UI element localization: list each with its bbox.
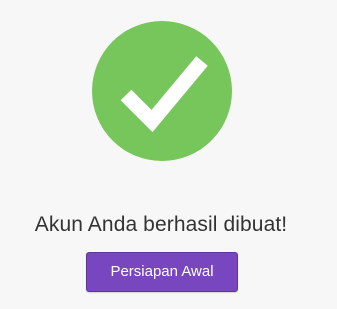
checkmark-icon: [120, 56, 208, 133]
account-created-panel: Akun Anda berhasil dibuat! Persiapan Awa…: [0, 0, 337, 309]
success-message: Akun Anda berhasil dibuat!: [34, 213, 288, 236]
initial-setup-button[interactable]: Persiapan Awal: [86, 252, 238, 292]
checkmark-circle-icon: [92, 21, 232, 161]
